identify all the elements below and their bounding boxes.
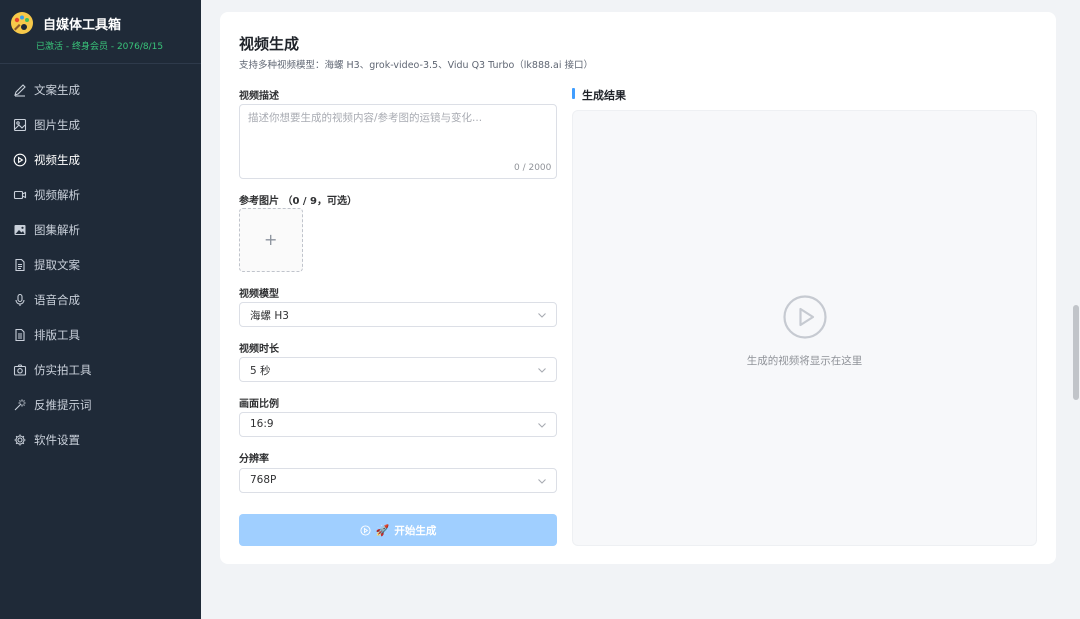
sidebar-item-realshot[interactable]: 仿实拍工具 bbox=[0, 352, 201, 387]
gear-icon bbox=[13, 433, 27, 447]
result-preview-area: 生成的视频将显示在这里 bbox=[572, 110, 1037, 546]
sidebar-item-copywriting[interactable]: 文案生成 bbox=[0, 72, 201, 107]
start-generate-button[interactable]: 🚀 开始生成 bbox=[239, 514, 557, 546]
video-camera-icon bbox=[13, 188, 27, 202]
layout-document-icon bbox=[13, 328, 27, 342]
play-circle-icon bbox=[783, 295, 827, 339]
sidebar: 自媒体工具箱 已激活 - 终身会员 - 2076/8/15 文案生成 图片生成 … bbox=[0, 0, 201, 619]
sidebar-item-label: 反推提示词 bbox=[34, 397, 92, 412]
duration-value: 5 秒 bbox=[250, 365, 271, 377]
sidebar-item-label: 仿实拍工具 bbox=[34, 362, 92, 377]
model-select[interactable]: 海螺 H3 bbox=[239, 302, 557, 327]
model-label: 视频模型 bbox=[239, 289, 279, 300]
chevron-down-icon bbox=[538, 479, 546, 484]
empty-result-text: 生成的视频将显示在这里 bbox=[746, 355, 863, 367]
chevron-down-icon bbox=[538, 313, 546, 318]
page-subtitle: 支持多种视频模型：海螺 H3、grok-video-3.5、Vidu Q3 Tu… bbox=[239, 60, 594, 71]
char-counter: 0 / 2000 bbox=[514, 163, 552, 173]
sidebar-item-album-parse[interactable]: 图集解析 bbox=[0, 212, 201, 247]
microphone-icon bbox=[13, 293, 27, 307]
palette-logo-icon bbox=[11, 12, 33, 34]
sidebar-item-settings[interactable]: 软件设置 bbox=[0, 422, 201, 457]
document-icon bbox=[13, 258, 27, 272]
sidebar-item-label: 文案生成 bbox=[34, 82, 80, 97]
play-circle-icon bbox=[13, 153, 27, 167]
camera-icon bbox=[13, 363, 27, 377]
sidebar-item-label: 排版工具 bbox=[34, 327, 80, 342]
sidebar-item-tts[interactable]: 语音合成 bbox=[0, 282, 201, 317]
app-name: 自媒体工具箱 bbox=[43, 18, 122, 33]
aspect-ratio-label: 画面比例 bbox=[239, 399, 279, 410]
aspect-ratio-select[interactable]: 16:9 bbox=[239, 412, 557, 437]
sidebar-item-layout[interactable]: 排版工具 bbox=[0, 317, 201, 352]
reference-images-label: 参考图片 （0 / 9，可选） bbox=[239, 196, 358, 207]
scrollbar-thumb[interactable] bbox=[1073, 305, 1079, 400]
image-icon bbox=[13, 118, 27, 132]
resolution-select[interactable]: 768P bbox=[239, 468, 557, 493]
page-title: 视频生成 bbox=[239, 35, 300, 53]
resolution-value: 768P bbox=[250, 474, 277, 486]
sidebar-item-video-parse[interactable]: 视频解析 bbox=[0, 177, 201, 212]
sidebar-item-label: 语音合成 bbox=[34, 292, 80, 307]
chevron-down-icon bbox=[538, 368, 546, 373]
picture-icon bbox=[13, 223, 27, 237]
duration-select[interactable]: 5 秒 bbox=[239, 357, 557, 382]
sidebar-item-reverse-prompt[interactable]: 反推提示词 bbox=[0, 387, 201, 422]
model-value: 海螺 H3 bbox=[250, 310, 289, 322]
sidebar-item-label: 提取文案 bbox=[34, 257, 80, 272]
duration-label: 视频时长 bbox=[239, 344, 279, 355]
rocket-icon: 🚀 bbox=[375, 523, 390, 537]
start-generate-label: 开始生成 bbox=[394, 524, 437, 537]
resolution-label: 分辨率 bbox=[239, 454, 269, 465]
upload-image-button[interactable]: + bbox=[239, 208, 303, 272]
sidebar-item-image-gen[interactable]: 图片生成 bbox=[0, 107, 201, 142]
sidebar-item-extract-text[interactable]: 提取文案 bbox=[0, 247, 201, 282]
sidebar-item-video-gen[interactable]: 视频生成 bbox=[0, 142, 201, 177]
chevron-down-icon bbox=[538, 423, 546, 428]
brand-header: 自媒体工具箱 已激活 - 终身会员 - 2076/8/15 bbox=[0, 0, 201, 64]
license-status: 已激活 - 终身会员 - 2076/8/15 bbox=[36, 42, 164, 52]
sidebar-item-label: 视频解析 bbox=[34, 187, 80, 202]
video-generation-panel: 视频生成 支持多种视频模型：海螺 H3、grok-video-3.5、Vidu … bbox=[220, 12, 1056, 564]
sidebar-item-label: 软件设置 bbox=[34, 432, 80, 447]
magic-wand-icon bbox=[13, 398, 27, 412]
edit-icon bbox=[13, 83, 27, 97]
aspect-ratio-value: 16:9 bbox=[250, 418, 274, 430]
sidebar-nav: 文案生成 图片生成 视频生成 视频解析 图集解析 提取文案 语音合成 排版工具 bbox=[0, 72, 201, 457]
video-description-input[interactable] bbox=[239, 104, 557, 179]
page-scrollbar[interactable] bbox=[1072, 0, 1080, 619]
result-title: 生成结果 bbox=[572, 87, 626, 103]
sidebar-item-label: 图片生成 bbox=[34, 117, 80, 132]
sidebar-item-label: 视频生成 bbox=[34, 152, 80, 167]
description-label: 视频描述 bbox=[239, 91, 279, 102]
sidebar-item-label: 图集解析 bbox=[34, 222, 80, 237]
plus-icon: + bbox=[264, 230, 278, 249]
play-circle-icon bbox=[360, 524, 371, 536]
